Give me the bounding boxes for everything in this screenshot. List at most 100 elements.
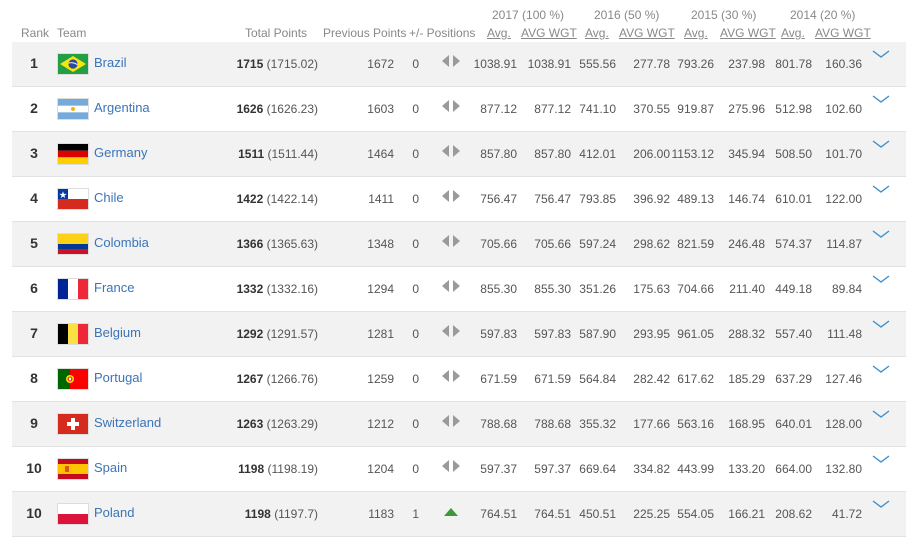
- position-change: 0: [412, 327, 419, 341]
- avg-wgt-2016-header[interactable]: AVG WGT: [619, 26, 675, 40]
- avg-wgt-2017: 855.30: [534, 282, 571, 296]
- rank-value: 1: [30, 55, 38, 71]
- team-link[interactable]: Portugal: [94, 370, 142, 385]
- year-header-row: 2017 (100 %) 2016 (50 %) 2015 (30 %) 201…: [0, 8, 918, 24]
- chevron-down-icon[interactable]: [870, 361, 892, 377]
- avg-wgt-2014: 160.36: [825, 57, 862, 71]
- germany-flag-icon: [57, 143, 89, 165]
- avg-2015: 919.87: [677, 102, 714, 116]
- rank-value: 9: [30, 415, 38, 431]
- france-flag-icon: [57, 278, 89, 300]
- avg-2016: 669.64: [579, 462, 616, 476]
- avg-wgt-2015: 288.32: [728, 327, 765, 341]
- avg-2015: 563.16: [677, 417, 714, 431]
- chevron-down-icon[interactable]: [870, 406, 892, 422]
- table-row: 1 Brazil 1715 (1715.02) 1672 0 1038.91 1038.91…: [12, 42, 906, 87]
- position-change: 0: [412, 462, 419, 476]
- previous-points: 1348: [367, 237, 394, 251]
- avg-2015-header[interactable]: Avg.: [684, 26, 708, 40]
- no-change-icon: [442, 144, 460, 158]
- year-2016-header: 2016 (50 %): [594, 8, 660, 22]
- team-link[interactable]: Poland: [94, 505, 134, 520]
- avg-wgt-2015: 237.98: [728, 57, 765, 71]
- table-row: 2 Argentina 1626 (1626.23) 1603 0 877.12 877.1…: [12, 87, 906, 132]
- no-change-icon: [442, 99, 460, 113]
- chevron-down-icon[interactable]: [870, 496, 892, 512]
- avg-wgt-2015: 168.95: [728, 417, 765, 431]
- avg-wgt-2014: 128.00: [825, 417, 862, 431]
- year-2014-header: 2014 (20 %): [790, 8, 856, 22]
- avg-2017: 597.83: [480, 327, 517, 341]
- team-link[interactable]: Argentina: [94, 100, 150, 115]
- chevron-down-icon[interactable]: [870, 91, 892, 107]
- table-row: 10 Poland 1198 (1197.7) 1183 1 764.51 764.51 45…: [12, 492, 906, 537]
- chile-flag-icon: [57, 188, 89, 210]
- rank-value: 3: [30, 145, 38, 161]
- total-points: 1422 (1422.14): [237, 192, 318, 206]
- avg-2017: 857.80: [480, 147, 517, 161]
- avg-wgt-2017: 877.12: [534, 102, 571, 116]
- avg-2015: 1153.12: [671, 147, 715, 161]
- total-points-rounded: 1198: [244, 507, 271, 521]
- avg-wgt-2014: 132.80: [825, 462, 862, 476]
- chevron-down-icon[interactable]: [870, 271, 892, 287]
- table-row: 7 Belgium 1292 (1291.57) 1281 0 597.83 597.83 5…: [12, 312, 906, 357]
- avg-wgt-2015-header[interactable]: AVG WGT: [720, 26, 776, 40]
- rank-header[interactable]: Rank: [21, 26, 49, 40]
- total-points: 1715 (1715.02): [237, 57, 318, 71]
- avg-wgt-2015: 345.94: [728, 147, 765, 161]
- team-link[interactable]: Brazil: [94, 55, 127, 70]
- avg-wgt-2017: 671.59: [534, 372, 571, 386]
- chevron-down-icon[interactable]: [870, 451, 892, 467]
- rank-value: 2: [30, 100, 38, 116]
- avg-2014: 557.40: [775, 327, 812, 341]
- chevron-down-icon[interactable]: [870, 226, 892, 242]
- total-points: 1292 (1291.57): [237, 327, 318, 341]
- switzerland-flag-icon: [57, 413, 89, 435]
- team-link[interactable]: Colombia: [94, 235, 149, 250]
- previous-points: 1294: [367, 282, 394, 296]
- avg-wgt-2015: 246.48: [728, 237, 765, 251]
- previous-points: 1603: [367, 102, 394, 116]
- avg-wgt-2016: 293.95: [633, 327, 670, 341]
- team-link[interactable]: Switzerland: [94, 415, 161, 430]
- total-points-exact: (1266.76): [266, 372, 318, 386]
- previous-points-header[interactable]: Previous Points: [323, 26, 406, 40]
- table-row: 6 France 1332 (1332.16) 1294 0 855.30 855.30 35…: [12, 267, 906, 312]
- avg-wgt-2016: 206.00: [633, 147, 670, 161]
- avg-2016: 793.85: [579, 192, 616, 206]
- team-link[interactable]: Germany: [94, 145, 147, 160]
- avg-wgt-2014-header[interactable]: AVG WGT: [815, 26, 871, 40]
- avg-2016-header[interactable]: Avg.: [585, 26, 609, 40]
- avg-2014: 640.01: [775, 417, 812, 431]
- chevron-down-icon[interactable]: [870, 46, 892, 62]
- avg-wgt-2015: 185.29: [728, 372, 765, 386]
- avg-wgt-2017-header[interactable]: AVG WGT: [521, 26, 577, 40]
- avg-wgt-2017: 597.83: [534, 327, 571, 341]
- team-header[interactable]: Team: [57, 26, 86, 40]
- belgium-flag-icon: [57, 323, 89, 345]
- avg-2014-header[interactable]: Avg.: [781, 26, 805, 40]
- chevron-down-icon[interactable]: [870, 316, 892, 332]
- chevron-down-icon[interactable]: [870, 181, 892, 197]
- table-row: 5 Colombia 1366 (1365.63) 1348 0 705.66 705.66…: [12, 222, 906, 267]
- avg-wgt-2015: 275.96: [728, 102, 765, 116]
- rank-value: 6: [30, 280, 38, 296]
- rank-value: 7: [30, 325, 38, 341]
- total-points-exact: (1511.44): [267, 147, 318, 161]
- total-points-exact: (1422.14): [266, 192, 318, 206]
- total-points-rounded: 1292: [236, 327, 264, 341]
- team-link[interactable]: Belgium: [94, 325, 141, 340]
- team-link[interactable]: Spain: [94, 460, 127, 475]
- total-points-header[interactable]: Total Points: [245, 26, 307, 40]
- chevron-down-icon[interactable]: [870, 136, 892, 152]
- avg-2017-header[interactable]: Avg.: [487, 26, 511, 40]
- rank-value: 8: [30, 370, 38, 386]
- previous-points: 1464: [367, 147, 394, 161]
- avg-2016: 412.01: [579, 147, 616, 161]
- team-link[interactable]: France: [94, 280, 134, 295]
- avg-wgt-2017: 764.51: [534, 507, 571, 521]
- positions-header[interactable]: +/- Positions: [409, 26, 475, 40]
- team-link[interactable]: Chile: [94, 190, 124, 205]
- table-row: 4 Chile 1422 (1422.14) 1411 0 756.47 756.47 793…: [12, 177, 906, 222]
